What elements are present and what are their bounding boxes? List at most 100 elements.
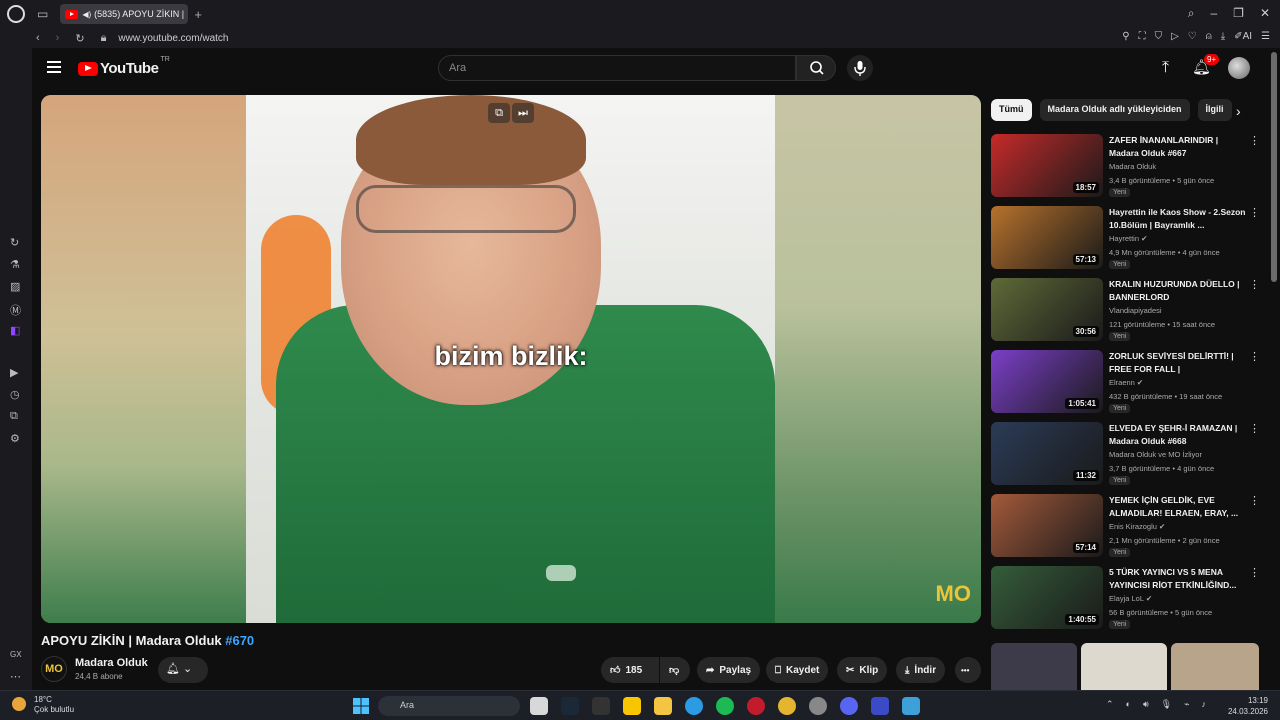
video-hashtag[interactable]: #670: [225, 633, 254, 648]
video-thumbnail[interactable]: 30:56: [991, 278, 1103, 341]
video-thumbnail[interactable]: 1:05:41: [991, 350, 1103, 413]
chevron-right-icon[interactable]: ›: [1236, 103, 1241, 119]
recommendation-item[interactable]: 30:56 KRALIN HUZURUNDA DÜELLO | BANNERLOR…: [991, 278, 1261, 344]
miniplayer-button[interactable]: ⧉: [488, 103, 510, 123]
video-thumbnail[interactable]: 57:14: [991, 494, 1103, 557]
recommendation-channel[interactable]: Madara Olduk ve MO İzliyor: [1109, 450, 1202, 459]
channel-name[interactable]: Madara Olduk: [75, 657, 148, 669]
snapshot-icon[interactable]: ⛶: [1139, 31, 1146, 42]
recommendation-item[interactable]: 57:13 Hayrettin ile Kaos Show - 2.Sezon 1…: [991, 206, 1261, 272]
video-thumbnail[interactable]: 11:32: [991, 422, 1103, 485]
messenger-icon[interactable]: Ⓜ: [10, 302, 21, 318]
more-vert-icon[interactable]: ⋮: [1249, 494, 1260, 507]
gx-label[interactable]: GX: [10, 650, 22, 659]
more-vert-icon[interactable]: ⋮: [1249, 134, 1260, 147]
recommendation-item[interactable]: 11:32 ELVEDA EY ŞEHR-İ RAMAZAN | Madara O…: [991, 422, 1261, 488]
search-button[interactable]: [796, 55, 836, 81]
spotify-icon[interactable]: [716, 697, 734, 715]
file-explorer-icon[interactable]: [654, 697, 672, 715]
network-icon[interactable]: ⌁: [1184, 699, 1189, 710]
recommendation-title[interactable]: KRALIN HUZURUNDA DÜELLO | BANNERLORD: [1109, 278, 1249, 304]
more-actions-button[interactable]: •••: [955, 657, 981, 683]
speaker-icon[interactable]: ◀): [82, 10, 91, 19]
recommendation-channel[interactable]: Enis Kirazoglu ✔: [1109, 522, 1165, 531]
tab-islands-icon[interactable]: ▭: [37, 7, 48, 21]
more-vert-icon[interactable]: ⋮: [1249, 206, 1260, 219]
search-tabs-icon[interactable]: ⌕: [1188, 6, 1195, 21]
twitch-icon[interactable]: ◧: [10, 324, 20, 337]
browser-tab-active[interactable]: ◀) (5835) APOYU ZİKIN |: [60, 4, 189, 24]
account-avatar[interactable]: [1228, 57, 1250, 79]
more-icon[interactable]: ⋯: [10, 670, 21, 683]
video-thumbnail[interactable]: 57:13: [991, 206, 1103, 269]
recommendation-title[interactable]: YEMEK İÇİN GELDİK, EVE ALMADILAR! ELRAEN…: [1109, 494, 1249, 520]
recommendation-title[interactable]: ZAFER İNANANLARINDIR | Madara Olduk #667: [1109, 134, 1249, 160]
weather-widget[interactable]: 18°C Çok bulutlu: [10, 695, 74, 715]
microphone-tray-icon[interactable]: 🎙︎: [1161, 699, 1172, 710]
chip-related[interactable]: İlgili: [1197, 99, 1232, 121]
epic-games-icon[interactable]: [592, 697, 610, 715]
recommendation-title[interactable]: 5 TÜRK YAYINCI VS 5 MENA YAYINCISI RİOT …: [1109, 566, 1249, 592]
cleaner-icon[interactable]: ⚗: [10, 258, 20, 271]
share-button[interactable]: ➦ Paylaş: [697, 657, 761, 683]
chip-uploader[interactable]: Madara Olduk adlı yükleyiciden: [1039, 99, 1190, 121]
recommendation-channel[interactable]: Elraenn ✔: [1109, 378, 1143, 387]
tray-app-icon[interactable]: ◐: [1126, 699, 1131, 710]
back-icon[interactable]: ‹: [36, 32, 40, 45]
new-tab-button[interactable]: +: [194, 7, 202, 22]
channel-avatar[interactable]: MO: [41, 656, 67, 682]
recommendation-item[interactable]: 57:14 YEMEK İÇİN GELDİK, EVE ALMADILAR! E…: [991, 494, 1261, 560]
url-field[interactable]: www.youtube.com/watch: [118, 33, 228, 44]
chip-all[interactable]: Tümü: [991, 99, 1032, 121]
partial-thumbnail[interactable]: [991, 643, 1077, 690]
opera-gx-icon[interactable]: [747, 697, 765, 715]
recommendation-item[interactable]: 18:57 ZAFER İNANANLARINDIR | Madara Olduk…: [991, 134, 1261, 200]
more-vert-icon[interactable]: ⋮: [1249, 278, 1260, 291]
recommendation-item[interactable]: 1:40:55 5 TÜRK YAYINCI VS 5 MENA YAYINCIS…: [991, 566, 1261, 632]
edge-icon[interactable]: [685, 697, 703, 715]
app-icon[interactable]: [902, 697, 920, 715]
play-icon[interactable]: ▷: [1171, 31, 1179, 42]
history-icon[interactable]: ↻: [10, 236, 19, 249]
opera-logo-icon[interactable]: [7, 5, 25, 23]
partial-thumbnail[interactable]: [1171, 643, 1259, 690]
voice-search-button[interactable]: [847, 55, 873, 81]
system-clock[interactable]: 13:19 24.03.2026: [1228, 695, 1268, 717]
heart-icon[interactable]: ♡: [1188, 31, 1197, 42]
subscribed-bell-button[interactable]: 🔔︎ ⌄: [158, 657, 208, 683]
forward-icon[interactable]: ›: [56, 32, 60, 45]
skip-button[interactable]: ⏭: [512, 103, 534, 123]
hamburger-menu-icon[interactable]: [47, 61, 61, 73]
download-icon[interactable]: ⤓: [1221, 31, 1225, 42]
ai-button[interactable]: ✐AI: [1234, 31, 1252, 42]
partial-thumbnail[interactable]: [1081, 643, 1167, 690]
video-thumbnail[interactable]: 18:57: [991, 134, 1103, 197]
upload-icon[interactable]: ⤒: [1162, 59, 1169, 77]
limiter-icon[interactable]: ▨: [10, 280, 20, 293]
app-icon[interactable]: [871, 697, 889, 715]
more-vert-icon[interactable]: ⋮: [1249, 422, 1260, 435]
recommendation-title[interactable]: ZORLUK SEVİYESİ DELİRTTİ! | FREE FOR FAL…: [1109, 350, 1249, 376]
maximize-button[interactable]: ❐: [1233, 6, 1244, 21]
speaker-tray-icon[interactable]: ♪: [1202, 699, 1207, 710]
more-vert-icon[interactable]: ⋮: [1249, 350, 1260, 363]
download-button[interactable]: ⤓ İndir: [896, 657, 946, 683]
recommendation-channel[interactable]: Vlandiapiyadesi: [1109, 306, 1162, 315]
recommendation-channel[interactable]: Hayrettin ✔: [1109, 234, 1147, 243]
recommendation-channel[interactable]: Elayja LoL ✔: [1109, 594, 1152, 603]
more-vert-icon[interactable]: ⋮: [1249, 566, 1260, 579]
dislike-button[interactable]: 👎︎: [660, 657, 690, 683]
taskbar-search[interactable]: Ara: [378, 696, 520, 716]
video-player[interactable]: ⧉ ⏭ bizim bizlik: MO: [41, 95, 981, 623]
clip-button[interactable]: ✂ Klip: [837, 657, 888, 683]
task-view-icon[interactable]: [530, 697, 548, 715]
extensions-icon[interactable]: ⧉: [10, 410, 18, 423]
chrome-icon[interactable]: [778, 697, 796, 715]
rockstar-icon[interactable]: [623, 697, 641, 715]
search-input[interactable]: Ara: [438, 55, 796, 81]
shield-icon[interactable]: ⛉: [1155, 31, 1163, 42]
page-scrollbar[interactable]: [1271, 52, 1277, 282]
video-thumbnail[interactable]: 1:40:55: [991, 566, 1103, 629]
pin-icon[interactable]: ⚲: [1122, 31, 1129, 42]
like-button[interactable]: 👍︎ 185: [601, 657, 659, 683]
